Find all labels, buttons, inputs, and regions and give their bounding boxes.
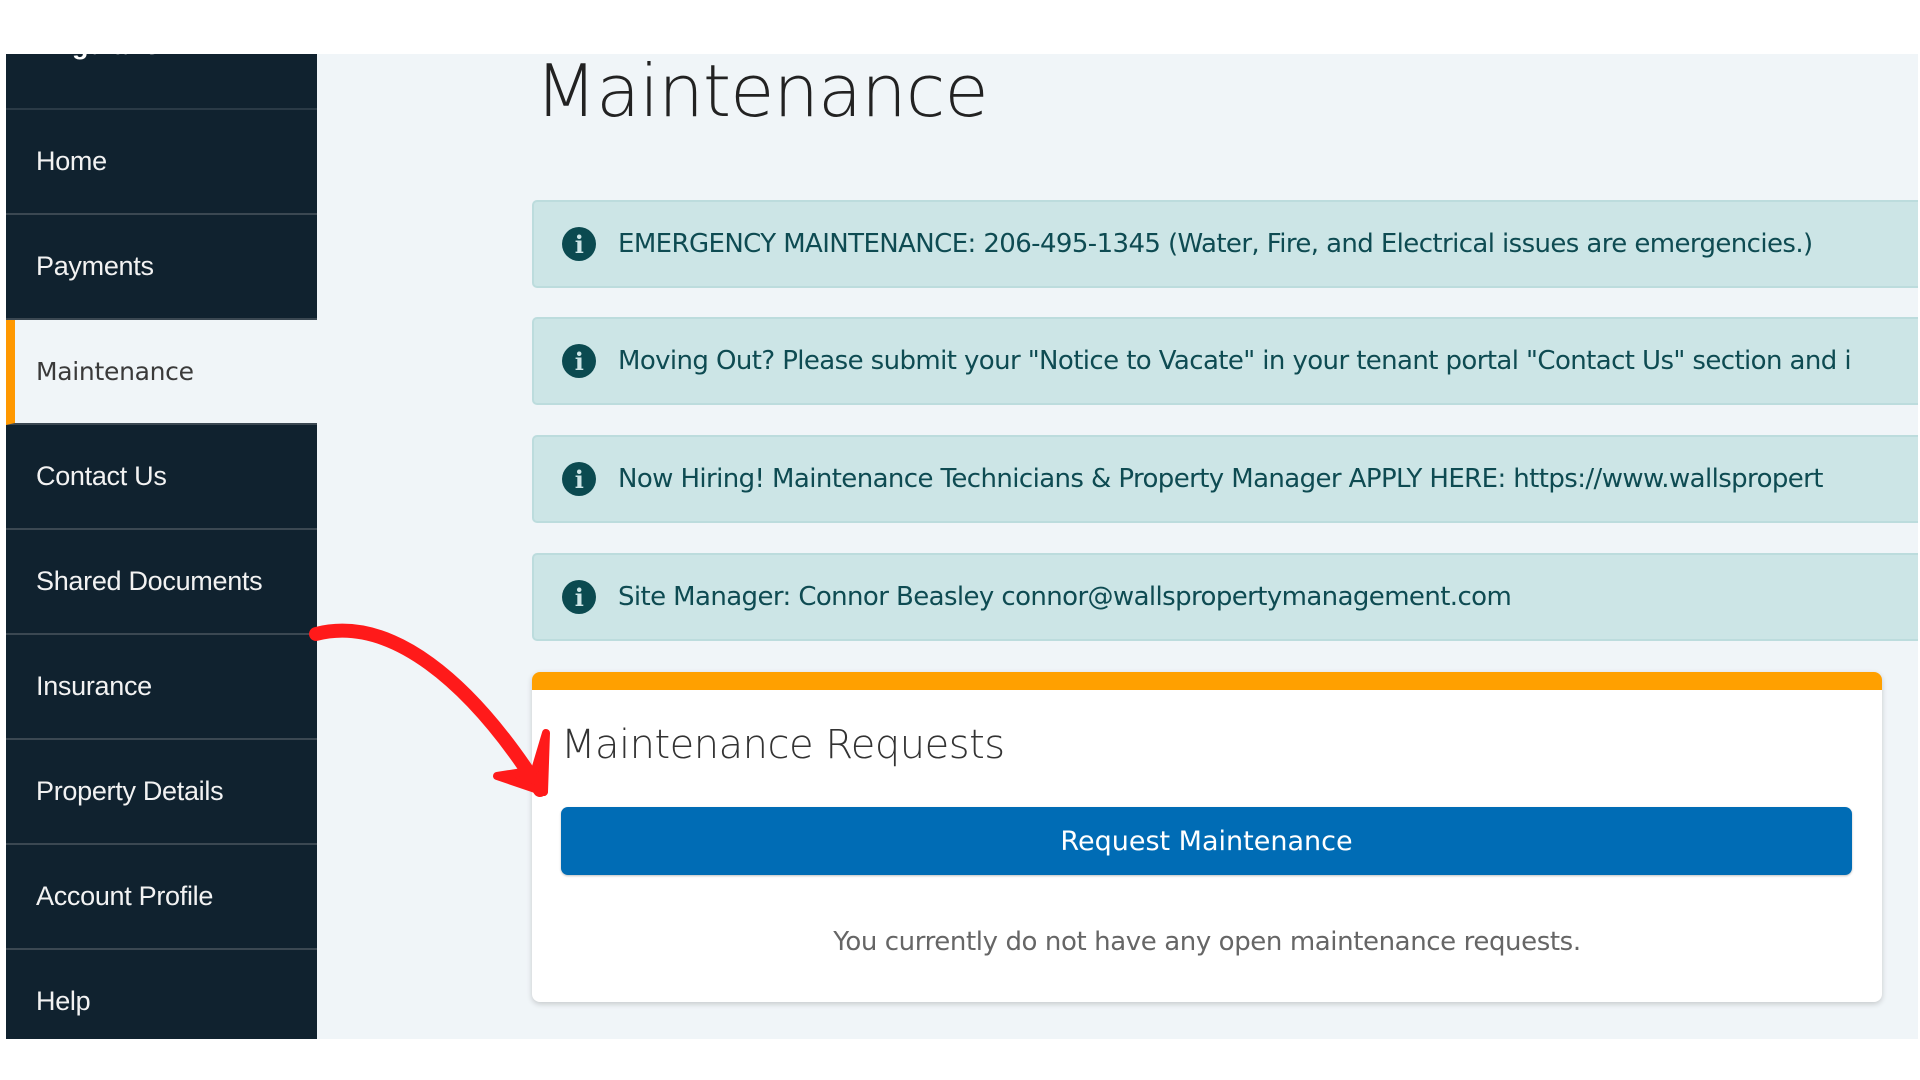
sidebar-item-label: Contact Us	[36, 461, 167, 491]
info-circle-icon: i	[562, 344, 596, 378]
alert-emergency: i EMERGENCY MAINTENANCE: 206-495-1345 (W…	[532, 200, 1918, 288]
info-circle-icon: i	[562, 462, 596, 496]
sidebar-nav: Home Payments Maintenance Contact Us Sha…	[6, 110, 317, 1039]
sidebar-item-help[interactable]: Help	[6, 950, 317, 1039]
sidebar-item-label: Insurance	[36, 671, 152, 701]
page-title: Maintenance	[535, 54, 989, 133]
sidebar-item-label: Help	[36, 986, 91, 1016]
sidebar-item-shared-documents[interactable]: Shared Documents	[6, 530, 317, 635]
alert-now-hiring: i Now Hiring! Maintenance Technicians & …	[532, 435, 1918, 523]
user-name: Angulano	[36, 54, 160, 86]
sidebar-item-account-profile[interactable]: Account Profile	[6, 845, 317, 950]
alert-text: Moving Out? Please submit your "Notice t…	[618, 346, 1852, 376]
sidebar-item-insurance[interactable]: Insurance	[6, 635, 317, 740]
request-maintenance-button[interactable]: Request Maintenance	[561, 807, 1852, 875]
sidebar-item-label: Shared Documents	[36, 566, 263, 596]
sidebar-user-header: Angulano	[6, 54, 317, 110]
card-accent-bar	[532, 672, 1882, 690]
sidebar-item-label: Account Profile	[36, 881, 214, 911]
sidebar-item-label: Home	[36, 146, 107, 176]
sidebar-item-label: Payments	[36, 251, 154, 281]
info-circle-icon: i	[562, 227, 596, 261]
sidebar-item-label: Maintenance	[36, 357, 194, 386]
alert-text: Site Manager: Connor Beasley connor@wall…	[618, 582, 1512, 612]
card-title: Maintenance Requests	[561, 722, 1005, 768]
alert-text: EMERGENCY MAINTENANCE: 206-495-1345 (Wat…	[618, 229, 1813, 259]
main-content: Maintenance i EMERGENCY MAINTENANCE: 206…	[317, 54, 1918, 1039]
maintenance-requests-card: Maintenance Requests Request Maintenance…	[532, 672, 1882, 1002]
empty-state-message: You currently do not have any open maint…	[833, 927, 1581, 957]
sidebar-item-label: Property Details	[36, 776, 224, 806]
sidebar-item-payments[interactable]: Payments	[6, 215, 317, 320]
sidebar-item-contact-us[interactable]: Contact Us	[6, 425, 317, 530]
alert-moving-out: i Moving Out? Please submit your "Notice…	[532, 317, 1918, 405]
alert-text[interactable]: Now Hiring! Maintenance Technicians & Pr…	[618, 464, 1823, 494]
sidebar: Angulano Home Payments Maintenance Conta…	[6, 54, 317, 1039]
sidebar-item-maintenance[interactable]: Maintenance	[6, 320, 317, 425]
info-circle-icon: i	[562, 580, 596, 614]
app-viewport: Angulano Home Payments Maintenance Conta…	[6, 54, 1918, 1039]
alert-site-manager: i Site Manager: Connor Beasley connor@wa…	[532, 553, 1918, 641]
sidebar-item-property-details[interactable]: Property Details	[6, 740, 317, 845]
sidebar-item-home[interactable]: Home	[6, 110, 317, 215]
